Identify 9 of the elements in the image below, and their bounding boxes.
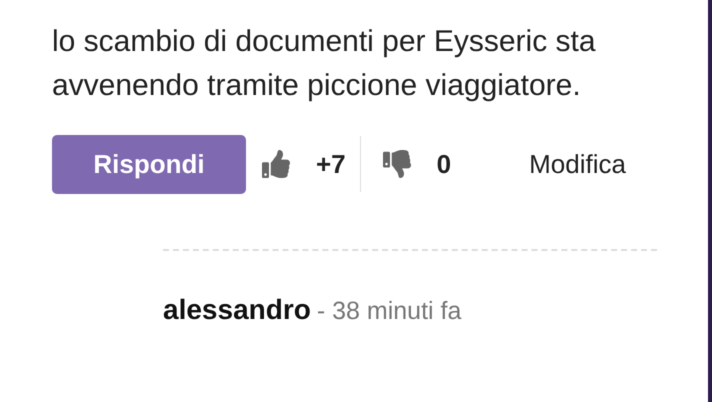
upvote-count: +7 bbox=[316, 148, 346, 180]
reply-time: - 38 minuti fa bbox=[316, 296, 462, 327]
comment-text: lo scambio di documenti per Eysseric sta avvenendo tramite piccione viaggiatore. bbox=[52, 24, 597, 104]
reply-button[interactable]: Rispondi bbox=[52, 134, 246, 194]
thumbs-down-icon[interactable] bbox=[382, 150, 411, 178]
thumbs-up-icon[interactable] bbox=[262, 150, 290, 178]
downvote-count: 0 bbox=[436, 148, 452, 180]
reply-author: alessandro bbox=[163, 293, 311, 327]
edit-link[interactable]: Modifica bbox=[529, 144, 626, 184]
